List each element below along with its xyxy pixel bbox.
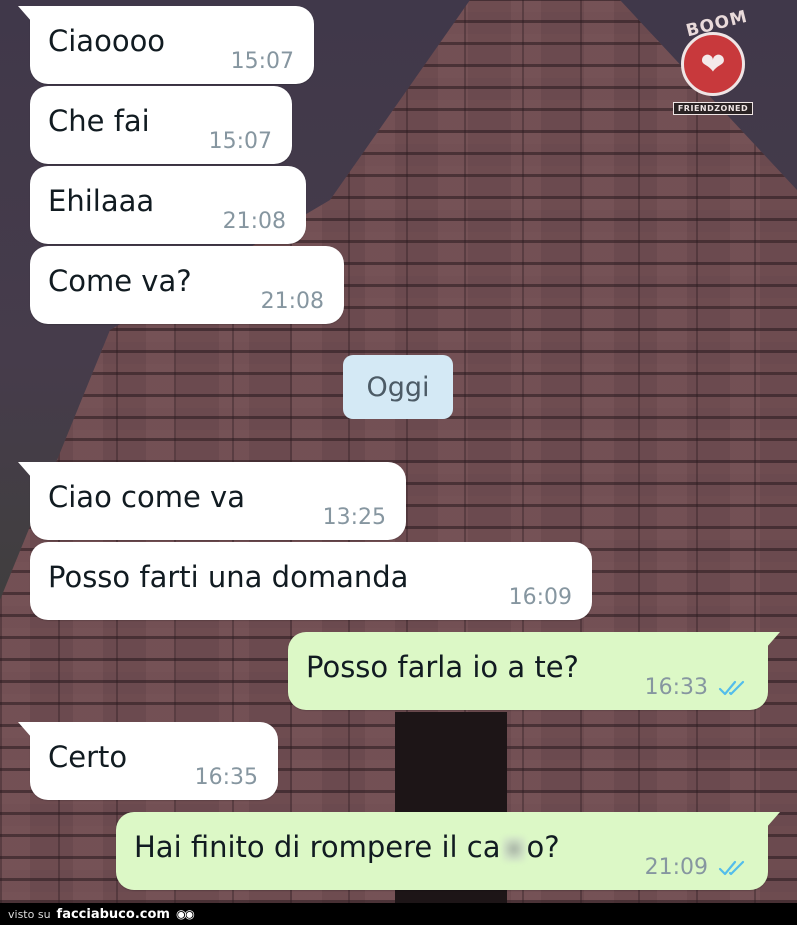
message-time: 15:07	[230, 49, 294, 74]
message-time: 13:25	[322, 505, 386, 530]
message-time: 16:35	[194, 765, 258, 790]
message-time: 15:07	[208, 129, 272, 154]
message-time: 21:08	[222, 209, 286, 234]
message-time: 21:09	[644, 855, 708, 880]
read-double-check-icon	[718, 680, 745, 696]
message-bubble-outgoing[interactable]: Posso farla io a te? 16:33	[288, 632, 780, 710]
message-time: 21:08	[260, 289, 324, 314]
message-bubble-incoming[interactable]: Ciaoooo 15:07	[18, 6, 314, 84]
boom-friendzoned-logo: BOOM ❤ FRIENDZONED	[668, 7, 758, 115]
footer-site-link[interactable]: facciabuco.com	[57, 907, 170, 922]
message-text: Posso farla io a te?	[306, 650, 579, 684]
message-text: Che fai	[48, 104, 150, 138]
message-text: Ciao come va	[48, 480, 245, 514]
message-text: Ciaoooo	[48, 24, 166, 58]
message-time: 16:33	[644, 675, 708, 700]
message-time: 16:09	[508, 585, 572, 610]
message-text: Come va?	[48, 264, 192, 298]
message-bubble-incoming[interactable]: Posso farti una domanda 16:09	[30, 542, 592, 620]
message-text: Hai finito di rompere il ca o?	[116, 830, 560, 864]
site-footer: visto su facciabuco.com ◉◉	[0, 903, 797, 925]
censor-blur	[501, 836, 526, 862]
message-text: Posso farti una domanda	[48, 560, 409, 594]
message-bubble-incoming[interactable]: Che fai 15:07	[30, 86, 292, 164]
message-bubble-outgoing[interactable]: Hai finito di rompere il ca o? 21:09	[116, 812, 780, 890]
message-text: Ehilaaa	[48, 184, 155, 218]
eyes-icon: ◉◉	[175, 907, 195, 921]
message-text-part-after: o?	[526, 830, 560, 864]
message-text-part-before: Hai finito di rompere il ca	[134, 830, 501, 864]
friendzoned-label: FRIENDZONED	[672, 102, 754, 115]
message-bubble-incoming[interactable]: Ciao come va 13:25	[18, 462, 406, 540]
message-text: Certo	[48, 740, 128, 774]
footer-visto-label: visto su	[8, 907, 51, 921]
message-bubble-incoming[interactable]: Ehilaaa 21:08	[30, 166, 306, 244]
date-divider: Oggi	[343, 355, 453, 419]
message-bubble-incoming[interactable]: Come va? 21:08	[30, 246, 344, 324]
broken-heart-icon: ❤	[681, 32, 745, 96]
message-bubble-incoming[interactable]: Certo 16:35	[18, 722, 278, 800]
read-double-check-icon	[718, 860, 745, 876]
